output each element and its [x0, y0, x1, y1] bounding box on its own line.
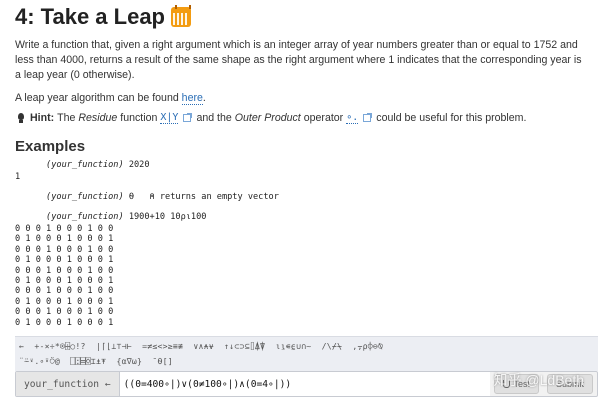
example-3-input: (your_function) 1900+10 10⍴⍳100: [15, 212, 206, 222]
hint-line: Hint: The Residue function X|Y and the O…: [15, 112, 526, 124]
outer-product-code-link[interactable]: ∘.: [346, 112, 359, 124]
example-1-output: 1: [15, 172, 21, 182]
lightbulb-icon: [15, 112, 27, 124]
title-text: 4: Take a Leap: [15, 4, 165, 29]
apl-language-bar: ← +-×÷*⍟⌹○!? |⌈⌊⊥⊤⊣⊢ =≠≤<>≥≡≢ ∨∧⍲⍱ ↑↓⊂⊃⊆…: [15, 336, 598, 371]
hint-label: Hint:: [30, 112, 55, 124]
residue-term: Residue: [78, 112, 118, 124]
hint-text-2: function: [120, 112, 158, 124]
hint-text-1: The: [57, 112, 76, 124]
hint-text-3: and the: [196, 112, 232, 124]
function-label: your_function ←: [16, 372, 120, 396]
example-2-input: (your_function) ⍬ ⍝ returns an empty vec…: [15, 192, 279, 202]
hint-text-5: could be useful for this problem.: [376, 112, 527, 124]
algorithm-prefix: A leap year algorithm can be found: [15, 92, 182, 104]
page-title: 4: Take a Leap: [15, 4, 191, 30]
apl-keys-row-1[interactable]: ← +-×÷*⍟⌹○!? |⌈⌊⊥⊤⊣⊢ =≠≤<>≥≡≢ ∨∧⍲⍱ ↑↓⊂⊃⊆…: [19, 341, 383, 351]
example-3-arg: 1900+10 10⍴⍳100: [123, 212, 207, 222]
outer-product-term: Outer Product: [234, 112, 301, 124]
algorithm-suffix: .: [202, 92, 206, 104]
problem-description: Write a function that, given a right arg…: [15, 39, 582, 81]
residue-code-link[interactable]: X|Y: [160, 112, 179, 124]
example-2-arg: ⍬ ⍝ returns an empty vector: [123, 192, 279, 202]
examples-heading: Examples: [15, 138, 86, 155]
solution-input[interactable]: [119, 372, 491, 396]
example-1-fn: (your_function): [46, 160, 124, 170]
example-3-output: 0 0 0 1 0 0 0 1 0 0 0 1 0 0 0 1 0 0 0 1 …: [15, 224, 114, 328]
external-link-icon: [183, 113, 193, 122]
solution-input-bar: your_function ← Test Submit: [15, 371, 598, 397]
algorithm-link[interactable]: here: [181, 92, 203, 105]
example-2-fn: (your_function): [46, 192, 124, 202]
calendar-icon: [171, 5, 191, 27]
example-1-input: (your_function) 2020: [15, 160, 150, 170]
example-3-fn: (your_function): [46, 212, 124, 222]
hint-text-4: operator: [303, 112, 344, 124]
external-link-icon: [363, 113, 373, 122]
submit-button[interactable]: Submit: [546, 374, 593, 394]
test-button[interactable]: Test: [494, 374, 539, 394]
example-1-arg: 2020: [123, 160, 150, 170]
flask-icon: [503, 380, 511, 388]
test-button-label: Test: [513, 379, 530, 389]
algorithm-paragraph: A leap year algorithm can be found here.: [15, 92, 206, 105]
apl-keys-row-2[interactable]: ¨⍨⍣.∘⍤⍥@ ⎕⍠⌸⌺⌶⍎⍕ {⍺∇⍵} ¯⍬[]: [19, 356, 173, 366]
